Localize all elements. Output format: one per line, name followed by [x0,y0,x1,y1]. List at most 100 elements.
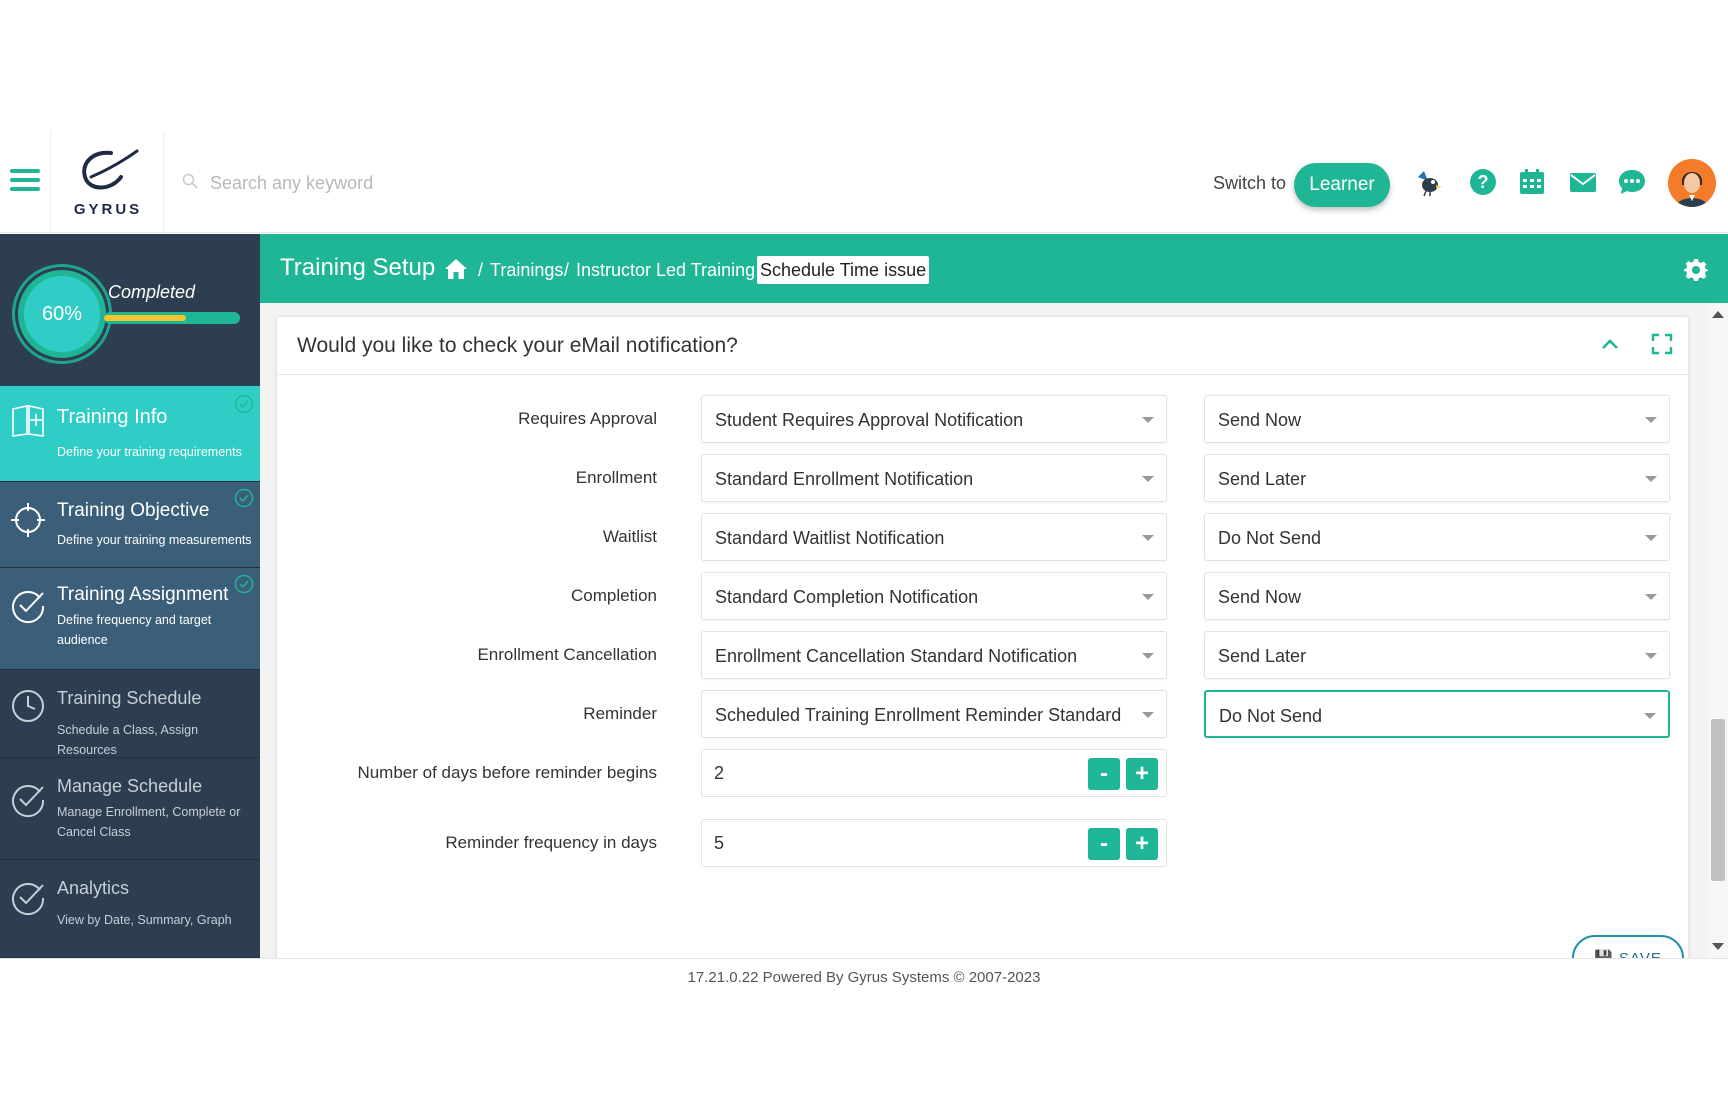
sidebar: 60% Completed Training Info Define your … [0,234,260,958]
send-select-waitlist[interactable]: Do Not Send [1204,513,1670,561]
sidebar-item-title: Analytics [57,878,130,898]
scrollbar[interactable] [1708,303,1728,958]
template-select-enrollment[interactable]: Standard Enrollment Notification [701,454,1167,502]
decrement-button[interactable]: - [1088,758,1120,790]
panel-header: Would you like to check your eMail notif… [277,317,1688,375]
panel-title: Would you like to check your eMail notif… [297,334,738,357]
sidebar-item-training-schedule[interactable]: Training Schedule Schedule a Class, Assi… [0,670,260,758]
mail-icon[interactable] [1568,167,1598,197]
avatar-person-icon [1668,159,1716,207]
search-input[interactable] [210,169,770,197]
template-select-completion[interactable]: Standard Completion Notification [701,572,1167,620]
user-avatar[interactable] [1668,159,1716,207]
select-value: Send Later [1218,646,1307,666]
select-value: Student Requires Approval Notification [715,410,1024,430]
sidebar-item-training-objective[interactable]: Training Objective Define your training … [0,482,260,568]
select-value: Send Now [1218,587,1302,607]
gyrus-logo-mark-icon [82,149,139,190]
select-value: Standard Waitlist Notification [715,528,945,548]
row-label-reminder: Reminder [583,704,657,723]
search-box[interactable] [182,169,782,197]
sidebar-item-analytics[interactable]: Analytics View by Date, Summary, Graph [0,860,260,958]
sidebar-item-subtitle: Define frequency and target audience [57,613,212,647]
row-label-waitlist: Waitlist [602,527,657,546]
sidebar-item-title: Training Schedule [57,688,202,708]
book-plus-icon [12,405,44,437]
save-button-label: SAVE [1619,950,1662,958]
chevron-down-icon [1645,594,1657,600]
progress-area: 60% Completed [0,234,260,386]
row-label-enrollment: Enrollment [575,468,657,487]
reminder-frequency-label: Reminder frequency in days [445,833,657,852]
bird-mascot-icon[interactable] [1414,167,1444,197]
completed-label: Completed [108,282,196,302]
sidebar-item-manage-schedule[interactable]: Manage Schedule Manage Enrollment, Compl… [0,758,260,860]
template-select-reminder[interactable]: Scheduled Training Enrollment Reminder S… [701,690,1167,738]
reminder-frequency-input[interactable] [714,830,1014,856]
chevron-down-icon [1142,476,1154,482]
reminder-days-label: Number of days before reminder begins [357,763,657,782]
send-select-enrollment-cancellation[interactable]: Send Later [1204,631,1670,679]
chevron-down-icon [1645,535,1657,541]
help-icon[interactable]: ? [1468,167,1498,197]
send-select-requires-approval[interactable]: Send Now [1204,395,1670,443]
chevron-down-icon [1644,713,1656,719]
hamburger-menu-icon[interactable] [10,169,40,195]
page-title: Training Setup [280,254,436,281]
template-select-enrollment-cancellation[interactable]: Enrollment Cancellation Standard Notific… [701,631,1167,679]
logo-text: GYRUS [73,201,143,218]
send-select-enrollment[interactable]: Send Later [1204,454,1670,502]
step-check-icon [234,394,254,414]
select-value: Do Not Send [1218,528,1322,548]
scroll-up-arrow-icon[interactable] [1712,311,1724,318]
decrement-button[interactable]: - [1088,828,1120,860]
breadcrumb-trainings[interactable]: Trainings [490,260,563,281]
increment-button[interactable]: + [1126,758,1158,790]
breadcrumb-instructor-led-training[interactable]: Instructor Led Training [576,260,755,281]
gear-icon[interactable] [1684,258,1708,282]
gyrus-logo[interactable]: GYRUS [50,131,164,233]
chevron-down-icon [1645,476,1657,482]
title-bar: Training Setup / Trainings / Instructor … [260,234,1728,303]
chevron-down-icon [1645,653,1657,659]
sidebar-item-subtitle: Schedule a Class, Assign Resources [57,723,199,757]
send-select-completion[interactable]: Send Now [1204,572,1670,620]
increment-button[interactable]: + [1126,828,1158,860]
reminder-days-stepper: - + [701,749,1167,797]
footer-text: 17.21.0.22 Powered By Gyrus Systems © 20… [687,969,1041,986]
learner-switch-button[interactable]: Learner [1294,163,1390,207]
step-check-icon [234,574,254,594]
row-label-completion: Completion [571,586,657,605]
sidebar-item-title: Manage Schedule [57,776,203,796]
check-circle-icon [12,785,45,818]
breadcrumb-separator: / [478,260,484,280]
chevron-up-icon[interactable] [1600,337,1620,351]
template-select-requires-approval[interactable]: Student Requires Approval Notification [701,395,1167,443]
chat-icon[interactable] [1617,167,1647,197]
sidebar-item-subtitle: Define your training requirements [57,445,242,459]
template-select-waitlist[interactable]: Standard Waitlist Notification [701,513,1167,561]
scroll-down-arrow-icon[interactable] [1712,943,1724,950]
sidebar-item-training-assignment[interactable]: Training Assignment Define frequency and… [0,568,260,670]
sidebar-item-title: Training Info [57,406,168,428]
sidebar-item-training-info[interactable]: Training Info Define your training requi… [0,386,260,482]
breadcrumb-separator: / [564,260,570,280]
sidebar-item-subtitle: Manage Enrollment, Complete or Cancel Cl… [57,805,241,839]
switch-to-label: Switch to [1213,173,1287,193]
home-icon[interactable] [444,258,468,280]
send-select-reminder[interactable]: Do Not Send [1204,690,1670,738]
calendar-icon[interactable] [1517,167,1547,197]
search-icon [182,173,198,189]
footer: 17.21.0.22 Powered By Gyrus Systems © 20… [0,958,1728,998]
reminder-frequency-stepper: - + [701,819,1167,867]
scrollbar-thumb[interactable] [1711,719,1725,881]
select-value: Send Later [1218,469,1307,489]
reminder-days-input[interactable] [714,760,1014,786]
save-button[interactable]: 💾 SAVE [1572,935,1684,958]
fullscreen-icon[interactable] [1651,333,1673,355]
check-circle-icon [12,591,45,624]
row-label-enrollment-cancellation: Enrollment Cancellation [477,645,657,664]
sidebar-item-title: Training Assignment [57,584,229,605]
crosshair-icon [11,503,45,537]
top-header: GYRUS Switch to Learner ? [0,131,1728,233]
